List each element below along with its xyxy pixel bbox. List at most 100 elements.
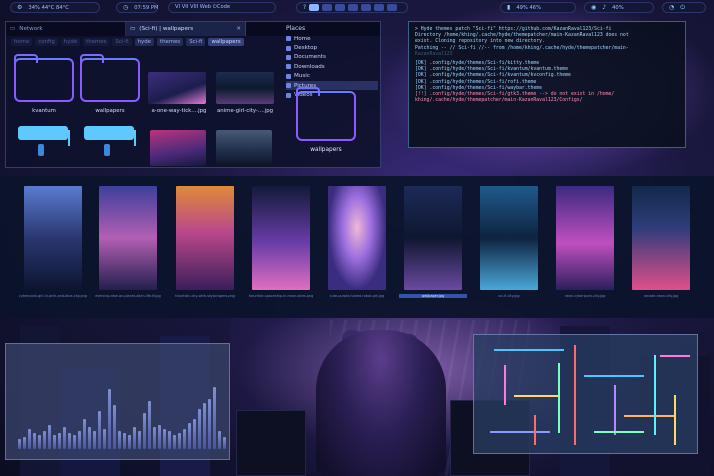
visualizer-bar [198, 409, 201, 449]
wallpaper-caption: cute-purple-haired-robot-girl.jpg [329, 294, 385, 298]
roller-icon [104, 144, 110, 156]
power-icon[interactable]: ⏻ [680, 4, 685, 12]
roller-icon[interactable] [82, 126, 142, 156]
file-name: a-one-way-tick....jpg [151, 108, 207, 114]
visualizer-bar [203, 403, 206, 449]
power-pill[interactable]: ◔ ⏻ [662, 2, 706, 13]
tab-network[interactable]: ▭ Network [6, 22, 126, 36]
places-sidebar: Places Home Desktop Documents Downloads … [286, 25, 378, 165]
visualizer-bar [188, 423, 191, 449]
image-thumbnail[interactable] [150, 130, 206, 166]
preview-folder-icon [296, 87, 358, 145]
folder-kvantum[interactable] [14, 54, 74, 106]
visualizer-bar [23, 437, 26, 449]
pipe-segment [660, 355, 690, 357]
sidebar-item-label: Desktop [294, 45, 318, 52]
wallpaper-thumbnail[interactable] [556, 186, 614, 290]
breadcrumb-item[interactable]: Sci-fi [112, 38, 132, 46]
sidebar-item-home[interactable]: Home [286, 34, 378, 43]
wallpaper-thumbnail[interactable] [404, 186, 462, 290]
pipe-segment [614, 385, 616, 435]
visualizer-bar [178, 433, 181, 449]
visualizer-bar [138, 431, 141, 449]
wallpaper-thumbnail[interactable] [480, 186, 538, 290]
wallpaper-thumbnail[interactable] [252, 186, 310, 290]
top-bar: ⚙ 34% 44°C 84°C ◷ 07:59 PM VI VII VIII W… [0, 0, 714, 15]
roller-icon[interactable] [16, 126, 76, 156]
sidebar-item-label: Documents [294, 54, 326, 61]
dock-app-icon[interactable] [335, 4, 346, 11]
dock-app-icon[interactable] [348, 4, 359, 11]
terminal-window[interactable]: > Hyde themes patch "Sci-fi" https://git… [408, 21, 686, 148]
dock-app-icon[interactable] [374, 4, 385, 11]
clock-icon: ◷ [123, 4, 129, 11]
visualizer-bar [33, 433, 36, 449]
wallpaper-caption: futuristic-city-with-skyscrapers.png [175, 294, 235, 298]
dock-app-icon[interactable] [361, 4, 372, 11]
sidebar-item-label: Downloads [294, 63, 325, 70]
wallpaper-caption: neon-cyberpunk-city.jpg [564, 294, 606, 298]
image-thumbnail[interactable] [216, 72, 274, 104]
visualizer-bar [53, 435, 56, 449]
image-thumbnail[interactable] [216, 130, 272, 166]
clock-pill[interactable]: ◷ 07:59 PM [116, 2, 158, 13]
workspaces-pill[interactable]: VI VII VIII Web ⏻Code [168, 2, 276, 13]
wallpaper-thumbnail[interactable] [176, 186, 234, 290]
wallpaper-thumbnail[interactable] [99, 186, 157, 290]
breadcrumb-item[interactable]: Sci-fi [186, 38, 206, 46]
breadcrumb-item[interactable]: themes [83, 38, 110, 46]
folder-icon [296, 87, 356, 141]
wallpaper-thumbnail[interactable] [24, 186, 82, 290]
pipe-segment [490, 431, 550, 433]
pipe-segment [514, 395, 560, 397]
tray-stats-pill[interactable]: ▮ 49% 46% [500, 2, 576, 13]
app-dock-pill[interactable]: ? [296, 2, 408, 13]
dock-app-icon[interactable] [322, 4, 333, 11]
folder-icon [80, 58, 140, 102]
roller-icon [38, 144, 44, 156]
sidebar-item-music[interactable]: Music [286, 72, 378, 81]
wallpaper-selector: cyberpunk-girl-in-pink-and-blue-city.png… [0, 176, 714, 318]
dock-app-icon[interactable] [387, 4, 398, 11]
wallpaper-thumbnail[interactable] [328, 186, 386, 290]
wallpaper-thumbnail[interactable] [632, 186, 690, 290]
breadcrumb-item[interactable]: themes [156, 38, 184, 46]
pictures-icon [286, 83, 291, 89]
cpu-icon: ⚙ [17, 4, 23, 11]
breadcrumb-item[interactable]: wallpapers [208, 38, 244, 46]
visualizer-bar [38, 435, 41, 449]
sidebar-item-downloads[interactable]: Downloads [286, 62, 378, 71]
notification-icon[interactable]: ◔ [669, 4, 674, 11]
close-tab-icon[interactable]: ✕ [236, 26, 241, 32]
music-icon [286, 73, 291, 79]
breadcrumb-item[interactable]: config [35, 38, 58, 46]
wallpaper-monitor [236, 410, 306, 476]
visualizer-bar [83, 419, 86, 449]
help-icon[interactable]: ? [303, 4, 306, 11]
volume-icon[interactable]: ♪ [602, 4, 606, 11]
file-name: kvantum [32, 108, 56, 114]
tray-icons-pill[interactable]: ◉ ♪ 40% [584, 2, 654, 13]
folder-wallpapers[interactable] [80, 54, 140, 106]
visualizer-bar [213, 387, 216, 449]
workspaces: VI VII VIII Web ⏻Code [175, 4, 231, 10]
visualizer-bar [153, 427, 156, 449]
dock-app-icon[interactable] [309, 4, 320, 11]
wallpaper-caption: futuristic-spaceship-in-neon-skies.png [248, 294, 314, 298]
image-thumbnail[interactable] [148, 72, 206, 104]
tab-wallpapers[interactable]: ▭ (Sci-fi) | wallpapers ✕ [126, 22, 246, 36]
visualizer-bar [108, 389, 111, 449]
documents-icon [286, 54, 291, 60]
visualizer-bar [193, 419, 196, 449]
network-icon[interactable]: ◉ [591, 4, 596, 11]
system-stats-pill[interactable]: ⚙ 34% 44°C 84°C [10, 2, 100, 13]
sidebar-item-documents[interactable]: Documents [286, 53, 378, 62]
visualizer-bar [118, 431, 121, 449]
breadcrumb-item[interactable]: hyde [134, 38, 154, 46]
sidebar-item-desktop[interactable]: Desktop [286, 43, 378, 52]
breadcrumb-item[interactable]: hyde [60, 38, 81, 46]
desktop-icon [286, 45, 291, 51]
breadcrumb-item[interactable]: home [11, 38, 33, 46]
places-title: Places [286, 25, 306, 32]
visualizer-bar [208, 399, 211, 449]
